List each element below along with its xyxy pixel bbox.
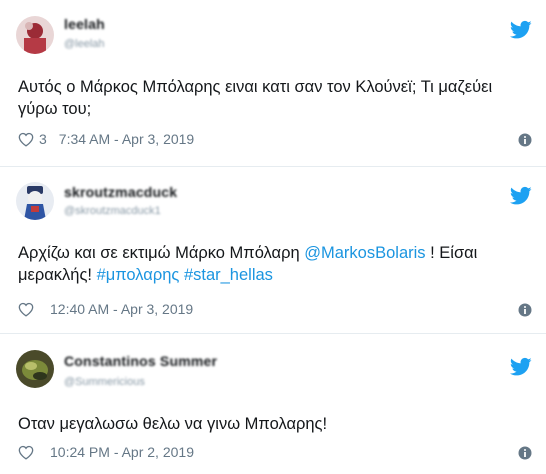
- user-display-name[interactable]: leelah: [64, 16, 105, 32]
- like-count[interactable]: 3: [39, 131, 47, 147]
- tweet-timestamp[interactable]: 12:40 AM - Apr 3, 2019: [50, 301, 193, 317]
- info-icon[interactable]: [518, 446, 532, 460]
- tweet-text: Οταν μεγαλωσω θελω να γινω Μπολαρης!: [18, 415, 328, 433]
- mention-link[interactable]: @MarkosBolaris: [304, 244, 425, 262]
- avatar[interactable]: [16, 16, 54, 54]
- hashtag-link[interactable]: #star_hellas: [184, 266, 273, 284]
- twitter-bird-icon[interactable]: [510, 20, 532, 40]
- tweet-card-1[interactable]: leelah @leelah Αυτός ο Μάρκος Μπόλαρης ε…: [0, 0, 546, 160]
- tweet-meta: 3 7:34 AM - Apr 3, 2019: [18, 131, 194, 147]
- tweet-card-2[interactable]: skroutzmacduck @skroutzmacduck1 Αρχίζω κ…: [0, 167, 546, 327]
- heart-icon[interactable]: [18, 445, 34, 460]
- info-icon[interactable]: [518, 303, 532, 317]
- tweet-text: Αρχίζω και σε εκτιμώ Μάρκο Μπόλαρη @Mark…: [18, 242, 524, 286]
- tweet-meta: 10:24 PM - Apr 2, 2019: [18, 444, 194, 460]
- tweet-timestamp[interactable]: 7:34 AM - Apr 3, 2019: [59, 131, 194, 147]
- avatar[interactable]: [16, 350, 54, 388]
- twitter-bird-icon[interactable]: [510, 186, 532, 206]
- tweet-card-3[interactable]: Constantinos Summer @Summericious Οταν μ…: [0, 334, 546, 474]
- avatar[interactable]: [16, 182, 54, 220]
- tweet-text-part: Αρχίζω και σε εκτιμώ Μάρκο Μπόλαρη: [18, 244, 305, 262]
- heart-icon[interactable]: [18, 302, 34, 317]
- user-handle[interactable]: @skroutzmacduck1: [64, 205, 161, 217]
- user-handle[interactable]: @Summericious: [64, 376, 145, 388]
- hashtag-link[interactable]: #μπολαρης: [97, 266, 180, 284]
- twitter-bird-icon[interactable]: [510, 357, 532, 377]
- tweet-timestamp[interactable]: 10:24 PM - Apr 2, 2019: [50, 444, 194, 460]
- user-display-name[interactable]: Constantinos Summer: [64, 353, 217, 369]
- info-icon[interactable]: [518, 133, 532, 147]
- user-handle[interactable]: @leelah: [64, 38, 105, 50]
- heart-icon[interactable]: [18, 132, 34, 147]
- user-display-name[interactable]: skroutzmacduck: [64, 184, 177, 200]
- tweet-meta: 12:40 AM - Apr 3, 2019: [18, 301, 193, 317]
- tweet-text: Αυτός ο Μάρκος Μπόλαρης ειναι κατι σαν τ…: [18, 78, 493, 118]
